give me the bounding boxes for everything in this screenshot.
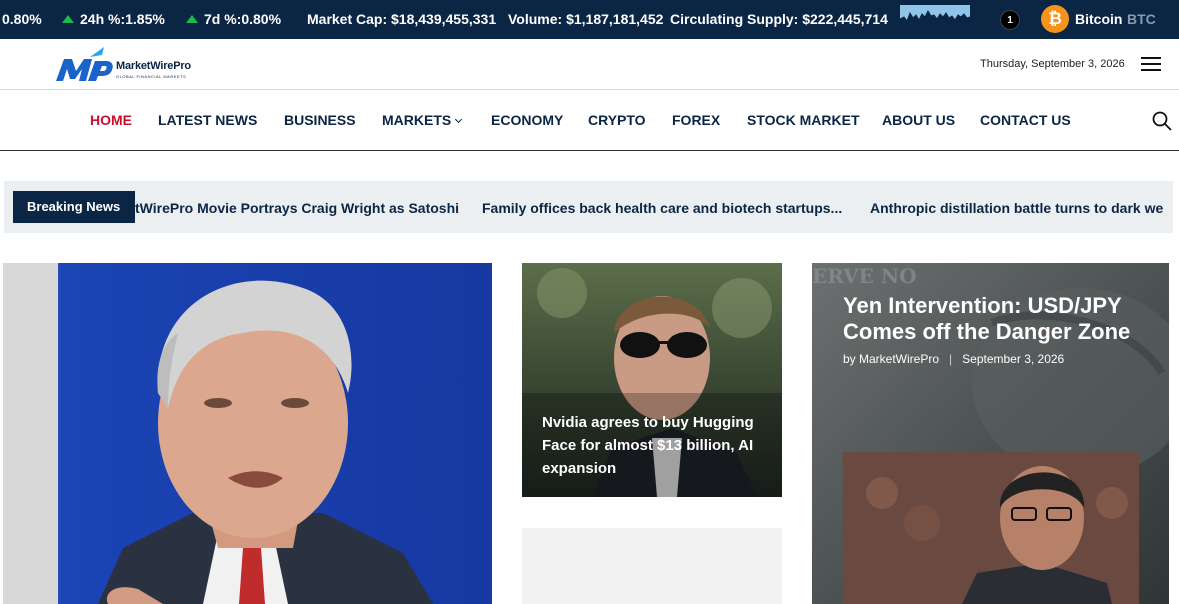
article-date: September 3, 2026 bbox=[962, 352, 1065, 366]
ticker-circulating-supply: Circulating Supply: $222,445,714 bbox=[670, 11, 888, 27]
main-navigation: HOME LATEST NEWS BUSINESS MARKETS ECONOM… bbox=[0, 90, 1179, 151]
chevron-down-icon bbox=[455, 115, 463, 124]
article-photo bbox=[3, 263, 492, 604]
ticker-7d-change: 7d %:0.80% bbox=[186, 11, 281, 27]
coin-symbol: BTC bbox=[1127, 11, 1156, 27]
notification-count-badge[interactable]: 1 bbox=[1000, 10, 1020, 30]
article-title[interactable]: Yen Intervention: USD/JPY Comes off the … bbox=[843, 293, 1153, 345]
logo-wordmark: MarketWirePro bbox=[116, 60, 191, 72]
arrow-up-icon bbox=[186, 15, 198, 23]
breaking-news-item[interactable]: Anthropic distillation battle turns to d… bbox=[870, 200, 1163, 216]
ticker-24h-change: 24h %:1.85% bbox=[62, 11, 165, 27]
logo-tagline: GLOBAL FINANCIAL MARKETS bbox=[116, 74, 187, 79]
breaking-news-item[interactable]: Family offices back health care and biot… bbox=[482, 200, 842, 216]
ticker-1h-change: 0.80% bbox=[2, 11, 42, 27]
nav-item-crypto[interactable]: CRYPTO bbox=[588, 112, 646, 128]
breaking-news-item[interactable]: tWirePro Movie Portrays Craig Wright as … bbox=[135, 200, 459, 216]
nav-item-contact-us[interactable]: CONTACT US bbox=[980, 112, 1071, 128]
crypto-ticker-bar: 0.80% 24h %:1.85% 7d %:0.80% Market Cap:… bbox=[0, 0, 1179, 39]
nav-item-stock-market[interactable]: STOCK MARKET bbox=[747, 112, 860, 128]
article-title[interactable]: Nvidia agrees to buy Hugging Face for al… bbox=[542, 411, 772, 480]
site-logo[interactable]: MarketWirePro GLOBAL FINANCIAL MARKETS bbox=[54, 45, 214, 85]
nav-item-forex[interactable]: FOREX bbox=[672, 112, 720, 128]
meta-divider: | bbox=[949, 352, 953, 366]
nav-item-home[interactable]: HOME bbox=[90, 112, 132, 128]
breaking-news-label: Breaking News bbox=[13, 191, 135, 223]
featured-article-medium[interactable]: Nvidia agrees to buy Hugging Face for al… bbox=[522, 263, 782, 497]
ticker-7d-change-text: 7d %:0.80% bbox=[204, 11, 282, 27]
sparkline-chart bbox=[900, 5, 970, 39]
menu-hamburger-icon[interactable] bbox=[1141, 57, 1161, 71]
bitcoin-icon: ₿ bbox=[1041, 5, 1069, 33]
featured-article-right[interactable]: ERVE NO Yen Intervention: USD/JPY Comes … bbox=[812, 263, 1169, 604]
current-date: Thursday, September 3, 2026 bbox=[980, 58, 1125, 70]
ticker-market-cap: Market Cap: $18,439,455,331 bbox=[307, 11, 497, 27]
ticker-24h-change-text: 24h %:1.85% bbox=[80, 11, 165, 27]
coin-name: Bitcoin bbox=[1075, 11, 1123, 27]
nav-item-latest-news[interactable]: LATEST NEWS bbox=[158, 112, 257, 128]
search-icon[interactable] bbox=[1152, 111, 1172, 131]
article-meta: by MarketWirePro | September 3, 2026 bbox=[843, 352, 1064, 366]
arrow-up-icon bbox=[62, 15, 74, 23]
nav-item-economy[interactable]: ECONOMY bbox=[491, 112, 563, 128]
logo-mark-icon bbox=[56, 47, 113, 81]
ticker-volume: Volume: $1,187,181,452 bbox=[508, 11, 664, 27]
featured-article-large[interactable] bbox=[3, 263, 492, 604]
nav-item-about-us[interactable]: ABOUT US bbox=[882, 112, 955, 128]
nav-item-markets-label: MARKETS bbox=[382, 112, 452, 128]
article-author[interactable]: by MarketWirePro bbox=[843, 352, 939, 366]
site-header: MarketWirePro GLOBAL FINANCIAL MARKETS T… bbox=[0, 39, 1179, 90]
breaking-news-bar: Breaking News tWirePro Movie Portrays Cr… bbox=[4, 181, 1173, 233]
nav-item-business[interactable]: BUSINESS bbox=[284, 112, 356, 128]
nav-item-markets[interactable]: MARKETS bbox=[382, 112, 463, 128]
article-placeholder-card bbox=[522, 528, 782, 604]
svg-text:ERVE NO: ERVE NO bbox=[812, 264, 917, 288]
